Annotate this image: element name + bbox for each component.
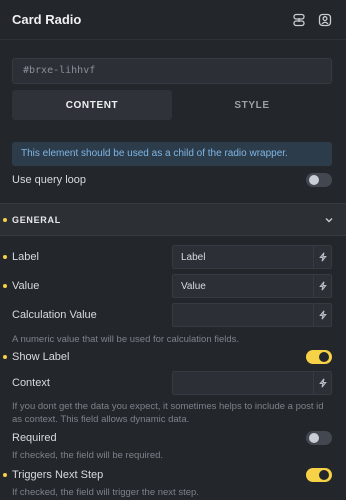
indicator-dot	[3, 355, 7, 359]
section-title: GENERAL	[12, 214, 61, 225]
calculation-value-description: A numeric value that will be used for ca…	[12, 334, 240, 345]
context-field[interactable]	[172, 371, 332, 395]
use-query-loop-label: Use query loop	[12, 174, 86, 186]
value-field-label: Value	[12, 280, 40, 292]
element-id-input[interactable]: #brxe-lihhvf	[12, 58, 332, 84]
show-label-row: Show Label	[12, 349, 332, 365]
label-field-value[interactable]: Label	[173, 252, 313, 263]
dynamic-data-icon[interactable]	[313, 275, 331, 297]
required-toggle[interactable]	[306, 431, 332, 445]
value-row: Value Value	[12, 274, 332, 298]
section-general[interactable]: GENERAL	[0, 203, 346, 236]
indicator-dot	[3, 473, 7, 477]
required-label: Required	[12, 432, 57, 444]
indicator-dot	[3, 284, 7, 288]
triggers-next-step-toggle[interactable]	[306, 468, 332, 482]
context-label: Context	[12, 377, 50, 389]
label-field[interactable]: Label	[172, 245, 332, 269]
label-field-label: Label	[12, 251, 39, 263]
panel-title: Card Radio	[12, 12, 82, 27]
triggers-next-step-row: Triggers Next Step	[12, 467, 332, 483]
label-row: Label Label	[12, 245, 332, 269]
tab-content[interactable]: CONTENT	[12, 90, 172, 120]
triggers-next-step-description: If checked, the field will trigger the n…	[12, 487, 199, 498]
tab-style[interactable]: STYLE	[172, 90, 332, 120]
dynamic-data-icon[interactable]	[313, 304, 331, 326]
toggle-knob	[319, 352, 329, 362]
show-label-toggle[interactable]	[306, 350, 332, 364]
link-icon[interactable]	[290, 11, 308, 29]
value-field[interactable]: Value	[172, 274, 332, 298]
value-field-value[interactable]: Value	[173, 281, 313, 292]
show-label-label: Show Label	[12, 351, 70, 363]
calculation-value-row: Calculation Value	[12, 303, 332, 327]
panel-tabs: CONTENT STYLE	[12, 90, 332, 120]
dynamic-data-icon[interactable]	[313, 246, 331, 268]
calculation-value-label: Calculation Value	[12, 309, 97, 321]
indicator-dot	[3, 255, 7, 259]
use-query-loop-toggle[interactable]	[306, 173, 332, 187]
dynamic-data-icon[interactable]	[313, 372, 331, 394]
use-query-loop-row: Use query loop	[12, 172, 332, 188]
toggle-knob	[309, 175, 319, 185]
toggle-knob	[309, 433, 319, 443]
context-row: Context	[12, 371, 332, 395]
panel-header: Card Radio	[0, 0, 346, 40]
info-notice: This element should be used as a child o…	[12, 142, 332, 166]
required-row: Required	[12, 430, 332, 446]
person-icon[interactable]	[316, 11, 334, 29]
triggers-next-step-label: Triggers Next Step	[12, 469, 104, 481]
required-description: If checked, the field will be required.	[12, 450, 164, 461]
chevron-down-icon	[324, 215, 334, 225]
toggle-knob	[319, 470, 329, 480]
calculation-value-field[interactable]	[172, 303, 332, 327]
context-description: If you dont get the data you expect, it …	[12, 401, 324, 425]
indicator-dot	[3, 218, 7, 222]
